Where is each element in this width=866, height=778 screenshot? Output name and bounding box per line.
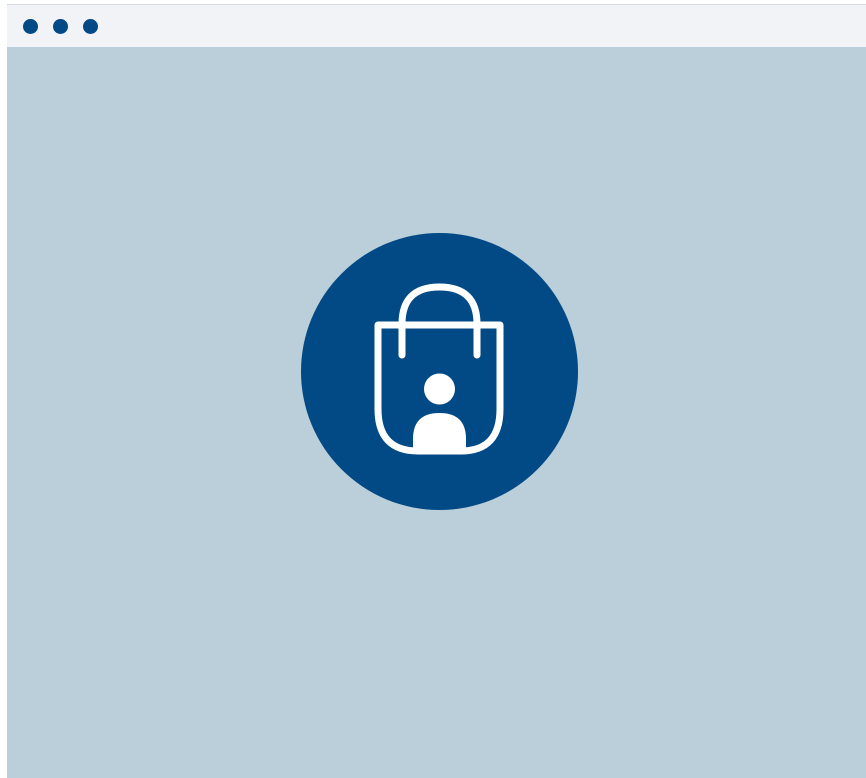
app-logo (301, 233, 578, 510)
main-content (7, 47, 866, 778)
window-control-dot[interactable] (23, 19, 38, 34)
window-control-dot[interactable] (53, 19, 68, 34)
shopping-bag-person-icon (374, 283, 504, 455)
app-window (7, 4, 866, 778)
window-control-dot[interactable] (83, 19, 98, 34)
window-titlebar (7, 5, 866, 47)
